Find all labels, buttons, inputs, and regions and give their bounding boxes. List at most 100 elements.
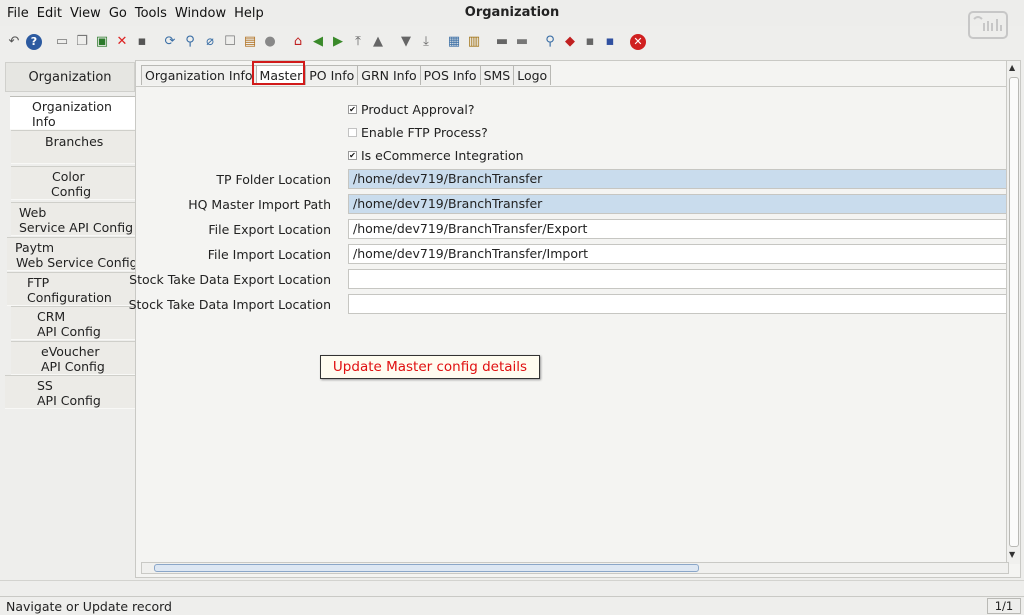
- close-icon[interactable]: ✕: [630, 34, 646, 50]
- menu-edit[interactable]: Edit: [33, 6, 66, 21]
- sidebar-item-web-service-api-config[interactable]: Web Service API Config: [11, 202, 135, 236]
- tp-folder-location-label: TP Folder Location: [216, 172, 331, 187]
- sidebar-item-branches[interactable]: Branches: [11, 130, 135, 164]
- forward-icon[interactable]: ▶: [330, 34, 346, 50]
- checked-checkbox-icon[interactable]: ✔: [348, 151, 357, 160]
- checkbox-row-product-approval-[interactable]: ✔ Product Approval?: [348, 102, 475, 117]
- scroll-down-icon[interactable]: ▼: [1009, 550, 1015, 559]
- menu-bar: File Edit View Go Tools Window Help: [0, 0, 1024, 26]
- sidebar-item-label: API Config: [37, 324, 101, 339]
- stock-take-data-import-location-label: Stock Take Data Import Location: [128, 297, 331, 312]
- delete-icon[interactable]: ✕: [114, 34, 130, 50]
- menu-icon[interactable]: ●: [262, 34, 278, 50]
- stock-take-data-export-location-input[interactable]: [348, 269, 1009, 289]
- status-message: Navigate or Update record: [6, 598, 172, 614]
- last-record-icon[interactable]: ⤓: [418, 34, 434, 50]
- vertical-scroll-thumb[interactable]: [1009, 77, 1019, 547]
- checkbox-row-enable-ftp-process-[interactable]: Enable FTP Process?: [348, 125, 488, 140]
- tab-sms[interactable]: SMS: [479, 65, 515, 85]
- sidebar-item-label: FTP: [27, 275, 50, 290]
- sidebar-item-label: Service API Config: [19, 220, 134, 235]
- menu-help[interactable]: Help: [230, 6, 268, 21]
- checkbox-label: Product Approval?: [361, 102, 475, 117]
- sidebar-item-label: Configuration: [27, 290, 112, 305]
- tab-logo[interactable]: Logo: [513, 65, 552, 85]
- checkbox-row-is-ecommerce-integration[interactable]: ✔ Is eCommerce Integration: [348, 148, 524, 163]
- save-green-icon[interactable]: ▣: [94, 34, 110, 50]
- unchecked-checkbox-icon[interactable]: [348, 128, 357, 137]
- sidebar-item-organization-info[interactable]: Organization Info: [10, 96, 135, 130]
- home-icon[interactable]: ⌂: [290, 34, 306, 50]
- sidebar-item-label: Config: [51, 184, 92, 199]
- file-import-location-label: File Import Location: [207, 247, 331, 262]
- vertical-scrollbar[interactable]: ▲ ▼: [1006, 61, 1020, 564]
- sidebar: Organization Organization Info Branches Col…: [3, 60, 138, 578]
- previous-record-icon[interactable]: ▲: [370, 34, 386, 50]
- find-icon[interactable]: ⚲: [182, 34, 198, 50]
- sidebar-item-ftp-configuration[interactable]: FTP Configuration: [7, 272, 135, 306]
- back-icon[interactable]: ◀: [310, 34, 326, 50]
- stock-take-data-export-location-label: Stock Take Data Export Location: [129, 272, 331, 287]
- menu-tools[interactable]: Tools: [131, 6, 171, 21]
- menu-file[interactable]: File: [3, 6, 33, 21]
- sidebar-item-label: Web Service Config: [16, 255, 138, 270]
- chat-icon[interactable]: ☐: [222, 34, 238, 50]
- tab-grn-info[interactable]: GRN Info: [357, 65, 421, 85]
- toolbar: ↶? ▭ ❐ ▣ ✕ ▪ ⟳ ⚲ ⌀ ☐ ▤ ● ⌂ ◀ ▶ ⤒ ▲ ▼ ⤓ ▦ ▥ ▬ ▬ ⚲ ◆ ▪ ▪ ✕: [0, 28, 1024, 56]
- undo-icon[interactable]: ↶: [6, 34, 22, 50]
- tab-po-info[interactable]: PO Info: [305, 65, 359, 85]
- product-icon[interactable]: ▪: [602, 34, 618, 50]
- tab-pos-info[interactable]: POS Info: [419, 65, 481, 85]
- workflow-icon[interactable]: ◆: [562, 34, 578, 50]
- sidebar-item-label: Paytm: [15, 240, 55, 255]
- first-record-icon[interactable]: ⤒: [350, 34, 366, 50]
- sidebar-item-label: API Config: [41, 359, 105, 374]
- sidebar-item-ss-api-config[interactable]: SS API Config: [5, 375, 135, 409]
- tp-folder-location-input[interactable]: /home/dev719/BranchTransfer: [348, 169, 1009, 189]
- new-icon[interactable]: ▭: [54, 34, 70, 50]
- record-count: 1/1: [987, 598, 1021, 614]
- archive-icon[interactable]: ▥: [466, 34, 482, 50]
- history-icon[interactable]: ▤: [242, 34, 258, 50]
- hq-master-import-path-input[interactable]: /home/dev719/BranchTransfer: [348, 194, 1009, 214]
- attach-icon[interactable]: ⌀: [202, 34, 218, 50]
- scroll-up-icon[interactable]: ▲: [1009, 63, 1015, 72]
- print-icon[interactable]: ▬: [514, 34, 530, 50]
- menu-go[interactable]: Go: [105, 6, 131, 21]
- sidebar-item-label: API Config: [37, 393, 101, 408]
- checkbox-label: Enable FTP Process?: [361, 125, 488, 140]
- sidebar-item-label: Color: [52, 169, 85, 184]
- next-record-icon[interactable]: ▼: [398, 34, 414, 50]
- file-import-location-input[interactable]: /home/dev719/BranchTransfer/Import: [348, 244, 1009, 264]
- zoom-icon[interactable]: ⚲: [542, 34, 558, 50]
- save-icon[interactable]: ▪: [134, 34, 150, 50]
- refresh-icon[interactable]: ⟳: [162, 34, 178, 50]
- file-export-location-input[interactable]: /home/dev719/BranchTransfer/Export: [348, 219, 1009, 239]
- sidebar-item-label: Info: [32, 114, 56, 129]
- sidebar-item-label: Organization: [32, 99, 112, 114]
- request-icon[interactable]: ▪: [582, 34, 598, 50]
- help-icon[interactable]: ?: [26, 34, 42, 50]
- menu-window[interactable]: Window: [171, 6, 230, 21]
- sidebar-item-evoucher-api-config[interactable]: eVoucher API Config: [11, 341, 135, 375]
- stock-take-data-import-location-input[interactable]: [348, 294, 1009, 314]
- status-divider: [0, 580, 1024, 594]
- menu-view[interactable]: View: [66, 6, 105, 21]
- tab-organization-info[interactable]: Organization Info: [141, 65, 257, 85]
- checked-checkbox-icon[interactable]: ✔: [348, 105, 357, 114]
- sidebar-item-color-config[interactable]: Color Config: [11, 166, 135, 200]
- report-icon[interactable]: ▦: [446, 34, 462, 50]
- sidebar-item-label: CRM: [37, 309, 66, 324]
- sidebar-item-crm-api-config[interactable]: CRM API Config: [11, 306, 135, 340]
- annotation-callout: Update Master config details: [320, 355, 540, 379]
- checkbox-label: Is eCommerce Integration: [361, 148, 524, 163]
- sidebar-header[interactable]: Organization: [5, 62, 135, 92]
- form-area: ✔ Product Approval? Enable FTP Process? ✔ Is…: [129, 86, 1009, 564]
- sidebar-item-paytm-web-service-config[interactable]: Paytm Web Service Config: [7, 237, 138, 271]
- copy-icon[interactable]: ❐: [74, 34, 90, 50]
- horizontal-scroll-thumb[interactable]: [154, 564, 699, 572]
- print-preview-icon[interactable]: ▬: [494, 34, 510, 50]
- file-export-location-label: File Export Location: [208, 222, 331, 237]
- sidebar-item-label: SS: [37, 378, 53, 393]
- horizontal-scrollbar[interactable]: [141, 562, 1009, 574]
